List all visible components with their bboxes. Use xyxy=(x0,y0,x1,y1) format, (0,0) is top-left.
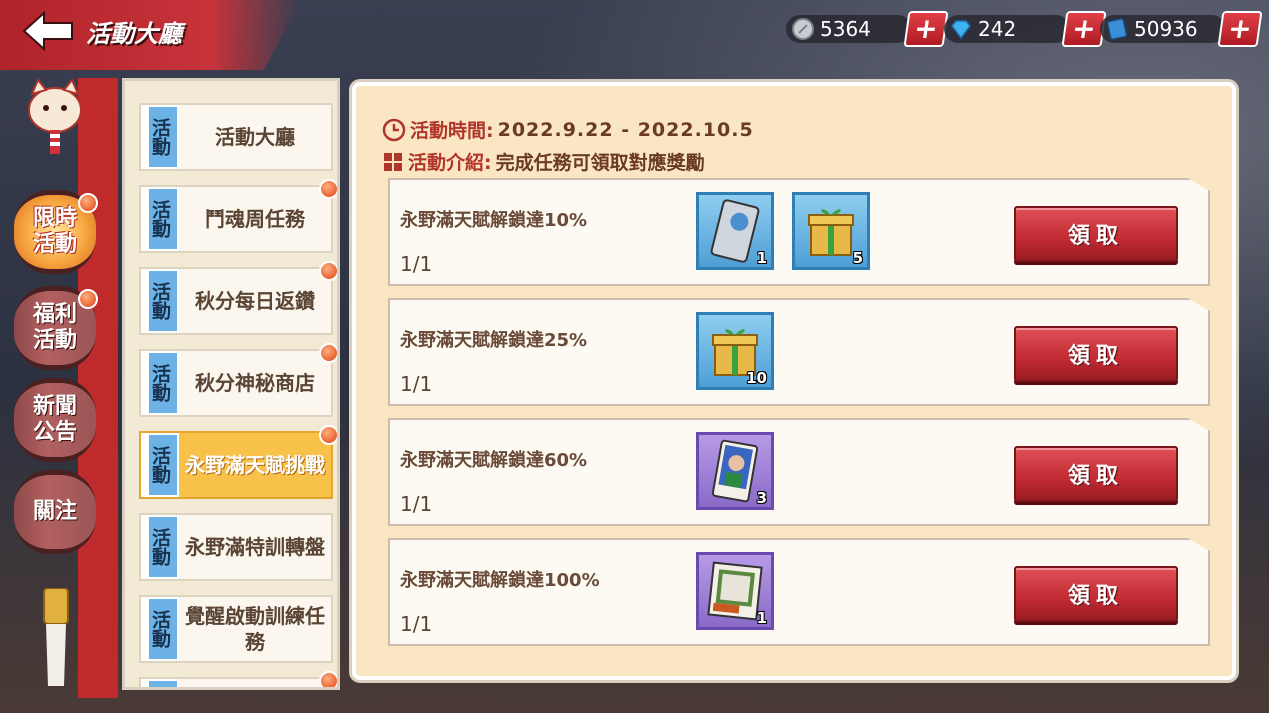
notification-dot xyxy=(319,343,337,363)
activity-item-weekly-tasks[interactable]: 活動 鬥魂周任務 xyxy=(139,179,337,253)
event-time-value: 2022.9.22 - 2022.10.5 xyxy=(497,118,754,141)
ticket-counter: 50936 + xyxy=(1100,11,1263,47)
task-title: 永野滿天賦解鎖達10% xyxy=(400,210,588,231)
ticket-value: 50936 xyxy=(1134,17,1198,41)
grid-icon xyxy=(384,152,402,171)
task-progress: 1/1 xyxy=(400,612,433,636)
add-ticket-button[interactable]: + xyxy=(1217,11,1263,47)
activity-tag: 活動 xyxy=(141,105,179,169)
notification-dot xyxy=(319,671,337,687)
activity-item-mystery-shop[interactable]: 活動 秋分神秘商店 xyxy=(139,343,337,417)
event-intro: 活動介紹: 完成任務可領取對應獎勵 xyxy=(382,148,705,175)
page-title: 活動大廳 xyxy=(86,20,182,48)
activity-label: 秋分每日返鑽 xyxy=(195,289,315,313)
nav-label: 新聞 公告 xyxy=(32,394,77,445)
claim-button[interactable]: 領取 xyxy=(1014,326,1178,382)
silver-coin-icon xyxy=(792,18,814,40)
nav-welfare-events[interactable]: 福利 活動 xyxy=(14,286,98,370)
activity-label: 鬥魂周任務 xyxy=(205,207,305,231)
activity-label: 永野滿特訓轉盤 xyxy=(185,535,325,559)
nav-news[interactable]: 新聞 公告 xyxy=(14,378,96,462)
task-title: 永野滿天賦解鎖達60% xyxy=(400,450,588,471)
activity-tag: 活動 xyxy=(141,597,179,661)
reward-qty: 10 xyxy=(746,369,767,387)
diamond-value: 242 xyxy=(978,17,1017,41)
silver-coin-counter: 5364 + xyxy=(786,11,949,47)
reward-item[interactable]: 1 xyxy=(696,192,774,270)
activity-tag: 活動 xyxy=(141,351,179,415)
card-ticket-icon xyxy=(1106,18,1128,40)
activity-tag: 活動 xyxy=(141,679,179,687)
activity-tag: 活動 xyxy=(141,515,179,579)
reward-qty: 1 xyxy=(756,609,767,627)
activity-tag: 活動 xyxy=(141,187,179,251)
activity-item-training-wheel[interactable]: 活動 永野滿特訓轉盤 xyxy=(139,513,333,581)
activity-item-daily-rebate[interactable]: 活動 秋分每日返鑽 xyxy=(139,261,337,335)
task-row: 永野滿天賦解鎖達60% 1/1 3 領取 xyxy=(388,418,1210,526)
activity-tag: 活動 xyxy=(141,433,179,497)
back-arrow-icon xyxy=(22,11,73,51)
notification-dot xyxy=(319,261,337,281)
clock-icon xyxy=(382,118,406,141)
claim-button[interactable]: 領取 xyxy=(1014,566,1178,622)
event-time-label: 活動時間: xyxy=(410,120,494,142)
activity-label: 永野滿天賦挑戰 xyxy=(185,453,325,477)
notification-dot xyxy=(319,425,337,445)
reward-item[interactable]: 3 xyxy=(696,432,774,510)
nav-limited-events[interactable]: 限時 活動 xyxy=(14,190,98,274)
top-bar: 活動大廳 5364 + 242 + 50936 + xyxy=(0,0,1269,70)
activity-item-partial[interactable]: 活動 xyxy=(139,671,337,687)
event-detail-panel: 活動時間: 2022.9.22 - 2022.10.5 活動介紹: 完成任務可領… xyxy=(352,82,1236,680)
diamond-icon xyxy=(951,20,971,40)
task-progress: 1/1 xyxy=(400,492,433,516)
activity-item-awakening-tasks[interactable]: 活動 覺醒啟動訓練任務 xyxy=(139,595,333,663)
activity-item-hall[interactable]: 活動 活動大廳 xyxy=(139,103,333,171)
claim-button[interactable]: 領取 xyxy=(1014,446,1178,502)
reward-item[interactable]: 5 xyxy=(792,192,870,270)
reward-qty: 1 xyxy=(756,249,767,267)
notification-dot xyxy=(78,289,98,309)
tassel-decoration xyxy=(43,588,69,686)
activity-list[interactable]: 活動 活動大廳 活動 鬥魂周任務 活動 秋分每日返鑽 活動 秋分神秘商店 活動 … xyxy=(122,78,340,690)
notification-dot xyxy=(78,193,98,213)
add-silver-button[interactable]: + xyxy=(903,11,949,47)
lucky-cat-icon xyxy=(28,78,82,154)
activity-item-talent-challenge[interactable]: 活動 永野滿天賦挑戰 xyxy=(139,425,337,499)
task-row: 永野滿天賦解鎖達100% 1/1 1 領取 xyxy=(388,538,1210,646)
nav-label: 關注 xyxy=(32,499,77,524)
diamond-counter: 242 + xyxy=(944,11,1107,47)
task-row: 永野滿天賦解鎖達25% 1/1 10 領取 xyxy=(388,298,1210,406)
task-row: 永野滿天賦解鎖達10% 1/1 1 5 領取 xyxy=(388,178,1210,286)
back-button[interactable] xyxy=(20,8,76,54)
activity-tag: 活動 xyxy=(141,269,179,333)
reward-qty: 3 xyxy=(756,489,767,507)
activity-label: 覺醒啟動訓練任務 xyxy=(185,604,325,654)
activity-label: 秋分神秘商店 xyxy=(195,371,315,395)
event-intro-label: 活動介紹: xyxy=(408,152,492,174)
nav-label: 福利 活動 xyxy=(32,302,77,353)
activity-label: 活動大廳 xyxy=(215,125,295,149)
task-title: 永野滿天賦解鎖達25% xyxy=(400,330,588,351)
reward-qty: 5 xyxy=(852,249,863,267)
event-intro-value: 完成任務可領取對應獎勵 xyxy=(495,152,705,174)
reward-item[interactable]: 1 xyxy=(696,552,774,630)
task-progress: 1/1 xyxy=(400,252,433,276)
nav-label: 限時 活動 xyxy=(32,206,77,257)
claim-button[interactable]: 領取 xyxy=(1014,206,1178,262)
notification-dot xyxy=(319,179,337,199)
task-title: 永野滿天賦解鎖達100% xyxy=(400,570,600,591)
silver-coin-value: 5364 xyxy=(820,17,871,41)
task-progress: 1/1 xyxy=(400,372,433,396)
reward-item[interactable]: 10 xyxy=(696,312,774,390)
event-time: 活動時間: 2022.9.22 - 2022.10.5 xyxy=(382,116,754,143)
nav-follow[interactable]: 關注 xyxy=(14,470,96,554)
